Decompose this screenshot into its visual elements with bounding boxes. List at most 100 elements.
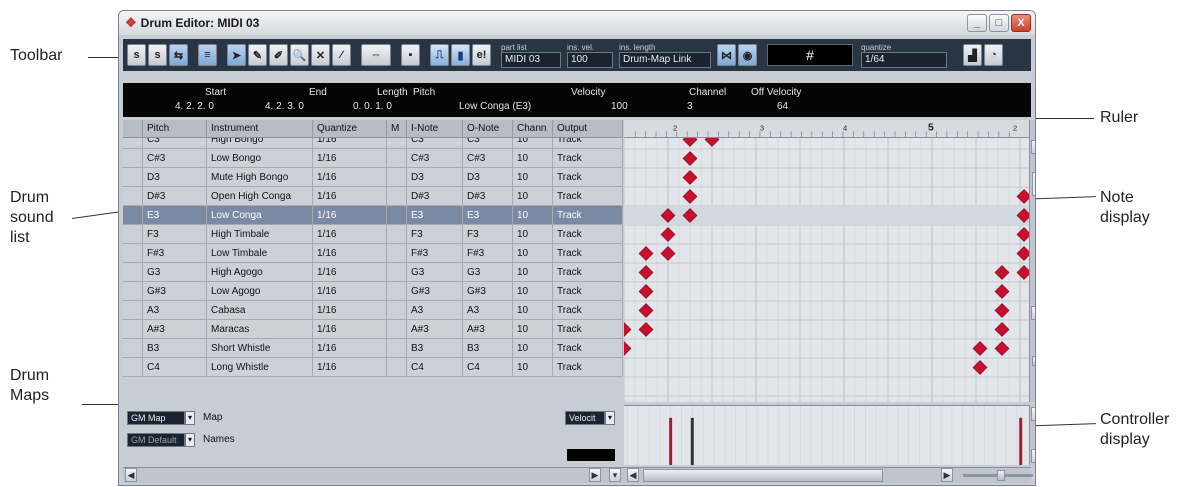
column-header-channel[interactable]: Chann <box>513 120 553 138</box>
drum-sound-row[interactable]: E3 Low Conga 1/16 E3 E3 10 Track <box>123 206 623 225</box>
cell-o-note[interactable]: B3 <box>463 339 513 358</box>
cell-i-note[interactable]: C4 <box>407 358 463 377</box>
drum-sound-row[interactable]: D3 Mute High Bongo 1/16 D3 D3 10 Track <box>123 168 623 187</box>
color-scheme-icon[interactable]: ⎍ <box>430 44 449 66</box>
row-handle[interactable] <box>123 282 143 301</box>
drum-sound-row[interactable]: C3 High Bongo 1/16 C3 C3 10 Track <box>123 138 623 149</box>
cell-channel[interactable]: 10 <box>513 358 553 377</box>
cell-quantize[interactable]: 1/16 <box>313 282 387 301</box>
cell-o-note[interactable]: F#3 <box>463 244 513 263</box>
cell-i-note[interactable]: F3 <box>407 225 463 244</box>
list-scroll-left-icon[interactable]: ◀ <box>125 468 137 482</box>
cell-quantize[interactable]: 1/16 <box>313 244 387 263</box>
edit-in-place-icon[interactable]: ▪ <box>401 44 420 66</box>
cell-output[interactable]: Track <box>553 168 623 187</box>
row-handle[interactable] <box>123 320 143 339</box>
drum-note[interactable] <box>1016 265 1029 280</box>
quantize-select[interactable]: 1/64 <box>861 51 947 68</box>
insert-velocity-field[interactable]: ins. vel. 100 <box>567 42 613 68</box>
scroll-down-icon[interactable]: ▼ <box>1031 306 1035 320</box>
cell-i-note[interactable]: C#3 <box>407 149 463 168</box>
cell-i-note[interactable]: E3 <box>407 206 463 225</box>
cell-output[interactable]: Track <box>553 358 623 377</box>
cell-o-note[interactable]: A#3 <box>463 320 513 339</box>
insert-velocity-input[interactable]: 100 <box>567 51 613 68</box>
names-dropdown-icon[interactable]: ▾ <box>185 433 195 447</box>
zoom-slider-handle[interactable] <box>1032 356 1035 366</box>
cell-mute[interactable] <box>387 358 407 377</box>
vertical-scrollbar[interactable]: ▲ ▼ <box>1029 120 1035 402</box>
drum-note[interactable] <box>638 322 654 337</box>
column-header-mute[interactable]: M <box>387 120 407 138</box>
row-handle[interactable] <box>123 263 143 282</box>
move-insertion-icon[interactable]: ⇔ <box>361 44 391 66</box>
cell-pitch[interactable]: B3 <box>143 339 207 358</box>
cell-pitch[interactable]: D#3 <box>143 187 207 206</box>
cell-pitch[interactable]: A3 <box>143 301 207 320</box>
line-tool-icon[interactable]: ⁄ <box>332 44 351 66</box>
drum-note[interactable] <box>638 303 654 318</box>
insert-length-select[interactable]: Drum-Map Link <box>619 51 711 68</box>
cell-output[interactable]: Track <box>553 138 623 149</box>
cell-pitch[interactable]: C3 <box>143 138 207 149</box>
cell-output[interactable]: Track <box>553 282 623 301</box>
column-header-pitch[interactable]: Pitch <box>143 120 207 138</box>
cell-quantize[interactable]: 1/16 <box>313 225 387 244</box>
cell-channel[interactable]: 10 <box>513 206 553 225</box>
info-value-start[interactable]: 4. 2. 2. 0 <box>175 101 214 112</box>
info-value-channel[interactable]: 3 <box>687 101 693 112</box>
drum-sound-row[interactable]: F#3 Low Timbale 1/16 F#3 F#3 10 Track <box>123 244 623 263</box>
column-header-i-note[interactable]: I-Note <box>407 120 463 138</box>
controller-scroll-down-icon[interactable]: ▼ <box>1031 449 1035 463</box>
velocity-bar[interactable] <box>690 417 694 465</box>
drum-note[interactable] <box>994 341 1010 356</box>
cell-instrument[interactable]: Low Agogo <box>207 282 313 301</box>
cell-pitch[interactable]: G3 <box>143 263 207 282</box>
row-handle[interactable] <box>123 339 143 358</box>
row-handle[interactable] <box>123 225 143 244</box>
cell-mute[interactable] <box>387 339 407 358</box>
show-part-borders-icon[interactable]: ▮ <box>451 44 470 66</box>
controller-lane-select[interactable]: Velocit <box>565 411 605 425</box>
cell-output[interactable]: Track <box>553 149 623 168</box>
cell-channel[interactable]: 10 <box>513 320 553 339</box>
cell-output[interactable]: Track <box>553 339 623 358</box>
cell-mute[interactable] <box>387 263 407 282</box>
cell-pitch[interactable]: F#3 <box>143 244 207 263</box>
cell-instrument[interactable]: Open High Conga <box>207 187 313 206</box>
note-display[interactable] <box>624 138 1029 402</box>
cell-channel[interactable]: 10 <box>513 149 553 168</box>
cell-mute[interactable] <box>387 301 407 320</box>
drum-sound-row[interactable]: A#3 Maracas 1/16 A#3 A#3 10 Track <box>123 320 623 339</box>
drum-sound-row[interactable]: B3 Short Whistle 1/16 B3 B3 10 Track <box>123 339 623 358</box>
solo-editor-button[interactable]: s <box>148 44 167 66</box>
drum-note[interactable] <box>624 322 632 337</box>
mute-tool-icon[interactable]: ✕ <box>311 44 330 66</box>
cell-pitch[interactable]: G#3 <box>143 282 207 301</box>
cell-pitch[interactable]: C4 <box>143 358 207 377</box>
drum-map-select[interactable]: GM Map <box>127 411 185 425</box>
cell-i-note[interactable]: A#3 <box>407 320 463 339</box>
drumstick-tool-icon[interactable]: ✎ <box>248 44 267 66</box>
cell-channel[interactable]: 10 <box>513 225 553 244</box>
info-value-off-velocity[interactable]: 64 <box>777 101 788 112</box>
drum-note[interactable] <box>638 265 654 280</box>
cell-instrument[interactable]: Short Whistle <box>207 339 313 358</box>
cell-mute[interactable] <box>387 138 407 149</box>
cell-quantize[interactable]: 1/16 <box>313 358 387 377</box>
info-value-pitch[interactable]: Low Conga (E3) <box>459 101 531 112</box>
drum-sound-row[interactable]: C#3 Low Bongo 1/16 C#3 C#3 10 Track <box>123 149 623 168</box>
info-value-length[interactable]: 0. 0. 1. 0 <box>353 101 392 112</box>
column-header-quantize[interactable]: Quantize <box>313 120 387 138</box>
drum-sound-row[interactable]: C4 Long Whistle 1/16 C4 C4 10 Track <box>123 358 623 377</box>
cell-pitch[interactable]: C#3 <box>143 149 207 168</box>
cell-o-note[interactable]: G3 <box>463 263 513 282</box>
drum-note[interactable] <box>994 303 1010 318</box>
cell-instrument[interactable]: High Timbale <box>207 225 313 244</box>
cell-channel[interactable]: 10 <box>513 187 553 206</box>
cell-output[interactable]: Track <box>553 320 623 339</box>
edit-active-part-icon[interactable]: e! <box>472 44 491 66</box>
row-handle[interactable] <box>123 168 143 187</box>
column-header-output[interactable]: Output <box>553 120 623 138</box>
cell-mute[interactable] <box>387 320 407 339</box>
